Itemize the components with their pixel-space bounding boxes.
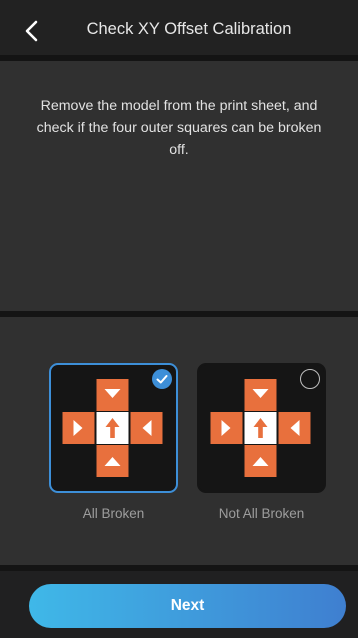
- checkmark-icon: [152, 369, 172, 389]
- option-not-all-broken[interactable]: [197, 363, 326, 493]
- back-button[interactable]: [22, 19, 44, 43]
- next-button[interactable]: Next: [29, 584, 346, 628]
- page-title: Check XY Offset Calibration: [86, 20, 292, 38]
- chevron-left-icon: [25, 20, 38, 42]
- divider: [0, 565, 358, 571]
- option-label: All Broken: [82, 506, 145, 521]
- option-all-broken[interactable]: [49, 363, 178, 493]
- header-bar: Check XY Offset Calibration: [0, 0, 358, 62]
- instruction-text: Remove the model from the print sheet, a…: [36, 98, 322, 158]
- option-label: Not All Broken: [218, 506, 305, 521]
- empty-radio-icon: [300, 369, 320, 389]
